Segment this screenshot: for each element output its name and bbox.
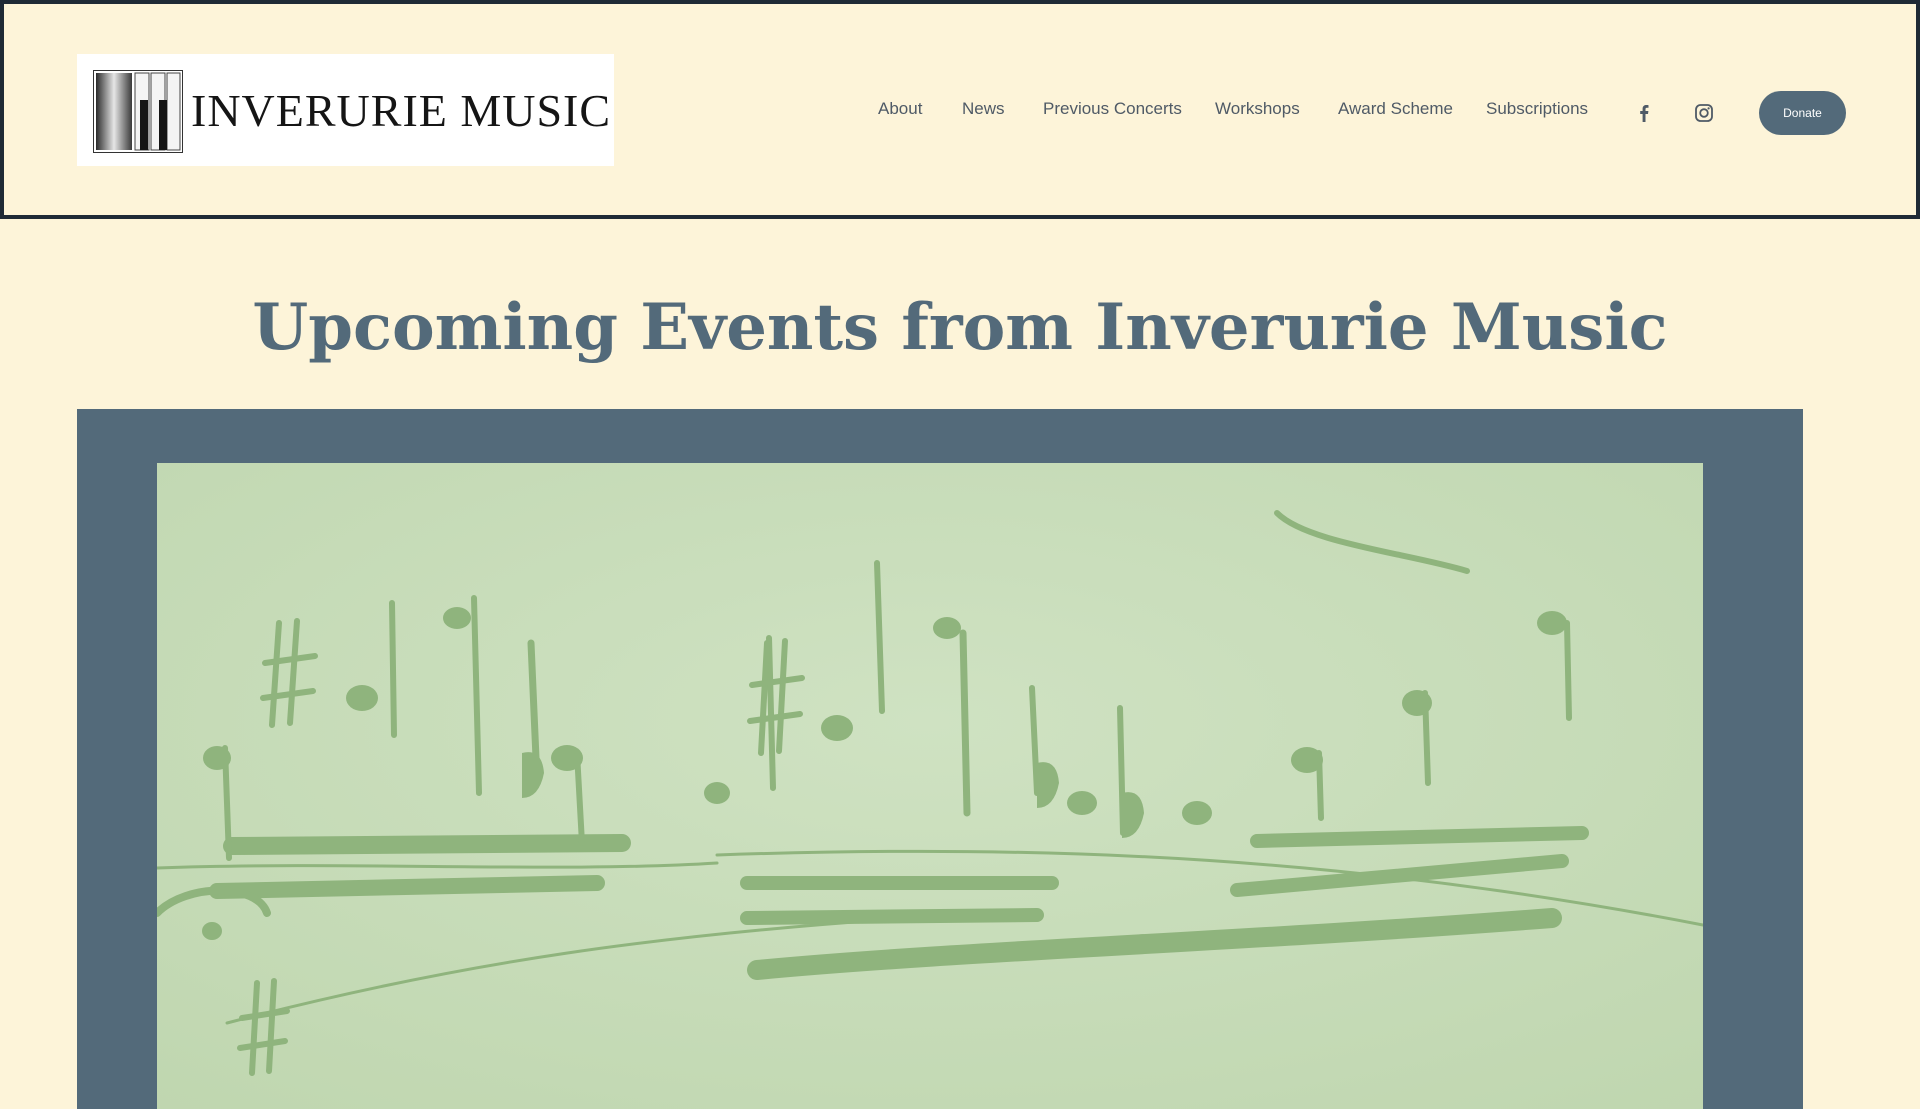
nav-item-subscriptions[interactable]: Subscriptions bbox=[1486, 99, 1588, 119]
sheet-music-illustration bbox=[157, 463, 1703, 1109]
main-nav: About News Previous Concerts Workshops A… bbox=[4, 99, 1916, 129]
instagram-icon[interactable] bbox=[1693, 102, 1715, 124]
event-card bbox=[77, 409, 1803, 1109]
donate-button[interactable]: Donate bbox=[1759, 91, 1846, 135]
page-title: Upcoming Events from Inverurie Music bbox=[252, 290, 1668, 365]
facebook-icon[interactable] bbox=[1633, 102, 1655, 124]
nav-item-award-scheme[interactable]: Award Scheme bbox=[1338, 99, 1453, 119]
site-header: INVERURIE MUSIC About News Previous Conc… bbox=[0, 0, 1920, 219]
nav-item-previous-concerts[interactable]: Previous Concerts bbox=[1043, 99, 1182, 119]
nav-item-news[interactable]: News bbox=[962, 99, 1005, 119]
event-image-sheet-music[interactable] bbox=[157, 463, 1703, 1109]
nav-item-about[interactable]: About bbox=[878, 99, 922, 119]
nav-item-workshops[interactable]: Workshops bbox=[1215, 99, 1300, 119]
